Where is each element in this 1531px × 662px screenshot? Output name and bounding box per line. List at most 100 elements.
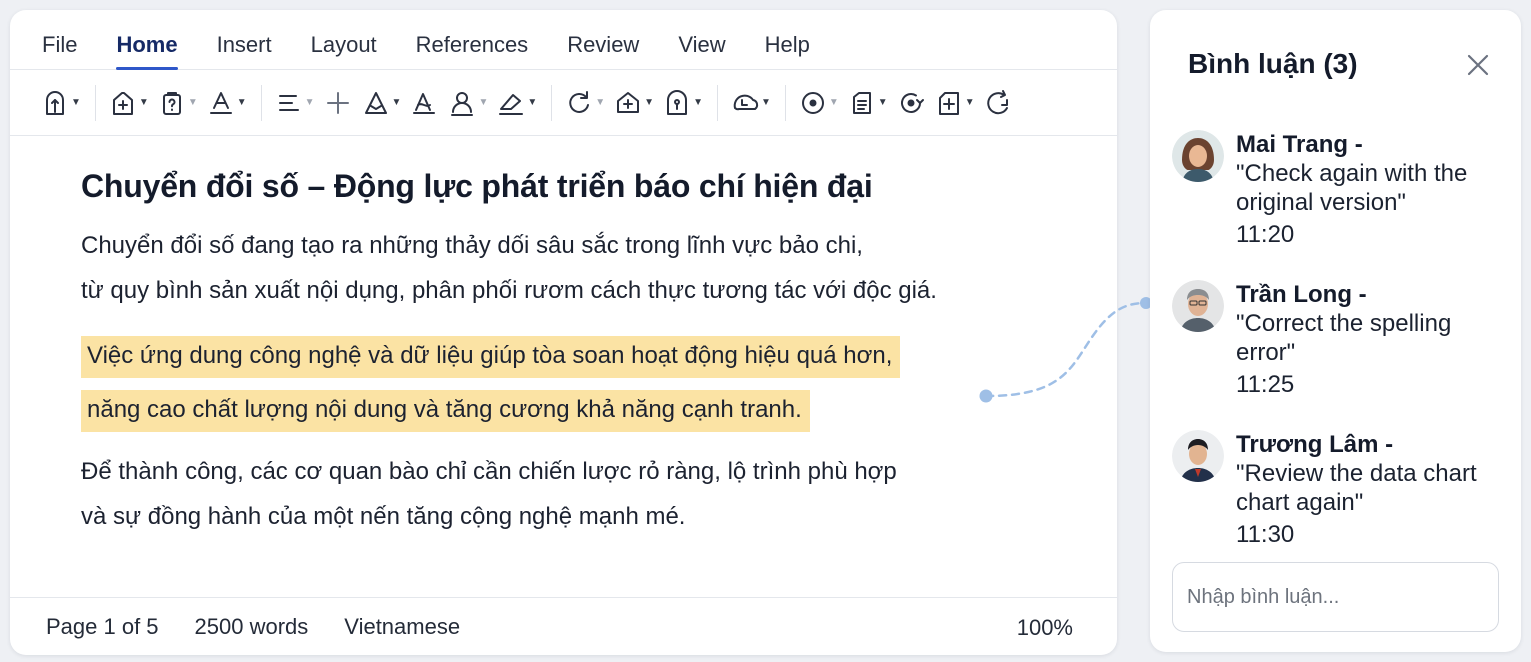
clipboard-button[interactable]: ▼	[157, 83, 198, 123]
record-icon	[801, 91, 824, 114]
add-page-icon	[938, 91, 959, 115]
document-body[interactable]: Chuyển đổi số – Động lực phát triển báo …	[81, 168, 1001, 539]
paragraph-line: Chuyển đổi số đang tạo ra những thảy dối…	[81, 232, 863, 259]
share-button[interactable]	[896, 83, 926, 123]
comments-title: Bình luận (3)	[1188, 48, 1358, 79]
comment-author: Trương Lâm -	[1236, 431, 1394, 458]
chevron-down-icon: ▼	[964, 97, 975, 108]
comment-author: Trần Long -	[1236, 281, 1367, 308]
toolbar-divider	[94, 84, 96, 121]
clipboard-icon	[162, 91, 181, 115]
chevron-down-icon: ▼	[478, 97, 489, 108]
avatar	[1172, 130, 1224, 182]
menu-file[interactable]: File	[42, 10, 77, 70]
eraser-button[interactable]: ▼	[496, 83, 537, 123]
menu-home[interactable]: Home	[116, 10, 178, 70]
refresh-button[interactable]	[983, 83, 1013, 123]
paragraph-line: và sự đồng hành của một nến tăng cộng ng…	[81, 503, 686, 530]
chevron-down-icon: ▼	[693, 97, 703, 108]
menu-view[interactable]: View	[678, 10, 725, 70]
comment-input[interactable]	[1172, 562, 1499, 632]
paragraph-intro: Chuyển đổi số đang tạo ra những thảy dối…	[81, 223, 1001, 313]
refresh-icon	[986, 89, 1008, 114]
share-icon	[900, 92, 924, 113]
align-icon	[278, 94, 299, 111]
menu-references[interactable]: References	[416, 10, 529, 70]
zoom-level[interactable]: 100%	[1017, 598, 1073, 655]
text-style-button[interactable]: ▼	[361, 83, 402, 123]
chevron-down-icon: ▼	[760, 97, 771, 108]
chevron-down-icon: ▼	[527, 97, 538, 108]
avatar	[1172, 430, 1224, 482]
chevron-down-icon: ▼	[877, 97, 888, 108]
comment-time: 11:25	[1236, 371, 1295, 398]
record-button[interactable]: ▼	[798, 83, 839, 123]
comment-author: Mai Trang -	[1236, 131, 1363, 158]
text-style-icon	[364, 91, 387, 114]
comment-time: 11:20	[1236, 221, 1295, 248]
comment-item[interactable]: Trần Long - "Correct the spelling error"…	[1172, 280, 1502, 399]
chevron-down-icon: ▼	[391, 97, 402, 108]
comment-text: "Review the data chart chart again"	[1236, 460, 1477, 516]
highlight-button[interactable]	[409, 83, 439, 123]
note-icon	[852, 91, 871, 114]
align-button[interactable]: ▼	[274, 83, 315, 123]
new-page-button[interactable]: ▼	[108, 83, 149, 123]
note-button[interactable]: ▼	[847, 83, 888, 123]
menu-insert[interactable]: Insert	[217, 10, 272, 70]
document-editor: File Home Insert Layout References Revie…	[10, 10, 1117, 655]
document-title: Chuyển đổi số – Động lực phát triển báo …	[81, 168, 873, 204]
close-icon[interactable]	[1465, 52, 1491, 78]
paste-button[interactable]: ▼	[40, 83, 81, 123]
menu-help[interactable]: Help	[765, 10, 810, 70]
page-count: Page 1 of 5	[46, 613, 159, 639]
cloud-button[interactable]: ▼	[730, 83, 771, 123]
paragraph-line: Để thành công, các cơ quan bào chỉ cần c…	[81, 458, 897, 485]
redo-icon	[569, 90, 590, 113]
status-bar: Page 1 of 5 2500 words Vietnamese 100%	[10, 597, 1117, 655]
menu-layout[interactable]: Layout	[311, 10, 377, 70]
language-indicator[interactable]: Vietnamese	[344, 614, 460, 640]
comment-item[interactable]: Trương Lâm - "Review the data chart char…	[1172, 430, 1502, 549]
toolbar-divider	[716, 84, 718, 121]
font-color-icon	[209, 91, 232, 114]
font-color-button[interactable]: ▼	[206, 83, 247, 123]
person-button[interactable]: ▼	[447, 83, 488, 123]
paste-icon	[46, 90, 64, 115]
paragraph-conclusion: Để thành công, các cơ quan bào chỉ cần c…	[81, 449, 1001, 539]
add-icon	[326, 91, 349, 114]
chevron-down-icon: ▼	[828, 97, 839, 108]
toolbar-divider	[784, 84, 786, 121]
comment-item[interactable]: Mai Trang - "Check again with the origin…	[1172, 130, 1502, 249]
comment-text: "Correct the spelling error"	[1236, 310, 1452, 366]
add-button[interactable]	[323, 83, 353, 123]
highlighted-line: năng cao chất lượng nội dung và tăng cươ…	[81, 390, 810, 432]
highlighted-paragraph[interactable]: Việc ứng dung công nghệ và dữ liệu giúp …	[81, 333, 1001, 441]
add-page-button[interactable]: ▼	[934, 83, 975, 123]
toolbar-divider	[551, 84, 553, 121]
chevron-down-icon: ▼	[138, 97, 149, 108]
chevron-down-icon: ▼	[187, 97, 198, 108]
comment-time: 11:30	[1236, 521, 1295, 548]
ribbon-toolbar: ▼ ▼ ▼ ▼ ▼ ▼ ▼ ▼ ▼ ▼ ▼ ▼ ▼ ▼ ▼	[10, 70, 1117, 136]
cloud-icon	[733, 94, 759, 110]
menu-review[interactable]: Review	[567, 10, 639, 70]
lock-button[interactable]: ▼	[662, 83, 703, 123]
chevron-down-icon: ▼	[644, 97, 655, 108]
lock-icon	[667, 89, 688, 115]
chevron-down-icon: ▼	[236, 97, 247, 108]
highlighted-line: Việc ứng dung công nghệ và dữ liệu giúp …	[81, 336, 901, 378]
redo-button[interactable]: ▼	[564, 83, 605, 123]
chevron-down-icon: ▼	[71, 97, 81, 108]
menu-bar: File Home Insert Layout References Revie…	[10, 10, 1117, 70]
toolbar-divider	[260, 84, 262, 121]
chevron-down-icon: ▼	[595, 97, 606, 108]
new-page-icon	[112, 91, 133, 115]
insert-shape-button[interactable]: ▼	[613, 83, 654, 123]
paragraph-line: từ quy bình sản xuất nội dụng, phân phối…	[81, 277, 937, 304]
insert-shape-icon	[617, 91, 640, 113]
chevron-down-icon: ▼	[304, 97, 315, 108]
comments-panel: Bình luận (3) Mai Trang - "Check again w…	[1150, 10, 1521, 652]
highlight-icon	[413, 92, 436, 114]
person-icon	[451, 91, 474, 116]
